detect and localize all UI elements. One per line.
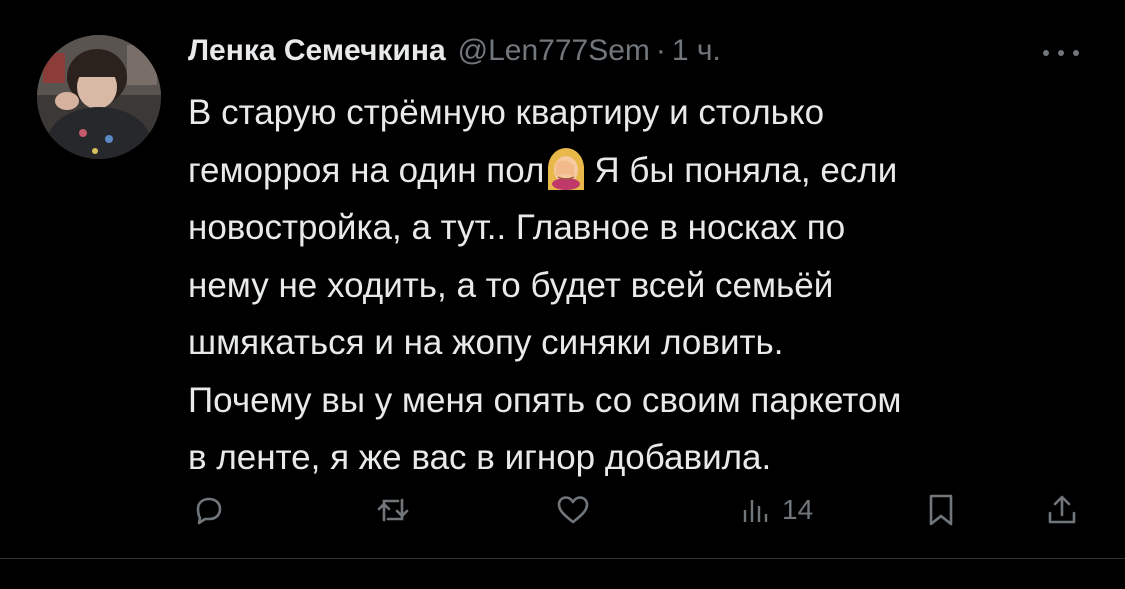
- share-icon: [1044, 491, 1080, 529]
- timestamp[interactable]: 1 ч.: [672, 34, 721, 68]
- more-options-icon[interactable]: [1038, 38, 1084, 68]
- tweet-header: Ленка Семечкина @Len777Sem · 1 ч.: [188, 34, 721, 74]
- author-handle[interactable]: @Len777Sem: [458, 34, 650, 68]
- views-button[interactable]: 14: [740, 488, 813, 532]
- tweet-text-segment: Я бы поняла, если: [594, 150, 898, 190]
- views-bar-chart-icon: [740, 492, 774, 528]
- tweet-text-line: шмякаться и на жопу синяки ловить.: [188, 323, 784, 362]
- divider: [0, 558, 1125, 559]
- heart-icon: [554, 492, 592, 528]
- author-name[interactable]: Ленка Семечкина: [188, 34, 446, 68]
- tweet-card[interactable]: Ленка Семечкина @Len777Sem · 1 ч. В стар…: [0, 0, 1125, 558]
- bookmark-icon: [924, 491, 958, 529]
- bookmark-button[interactable]: [924, 488, 958, 532]
- retweet-button[interactable]: [374, 488, 412, 532]
- reply-button[interactable]: [190, 488, 226, 532]
- reply-icon: [190, 492, 226, 528]
- like-button[interactable]: [554, 488, 592, 532]
- tweet-text-line: Почему вы у меня опять со своим паркетом: [188, 380, 902, 420]
- tweet-text-segment: геморроя на один пол: [188, 150, 545, 190]
- share-button[interactable]: [1044, 488, 1080, 532]
- tweet-text-line: в ленте, я же вас в игнор добавила.: [188, 438, 772, 477]
- retweet-icon: [374, 492, 412, 528]
- tweet-text-line: В старую стрёмную квартиру и столько: [188, 93, 825, 132]
- tweet-text-line: геморроя на один пол Я бы поняла, если: [188, 142, 1088, 200]
- face-palm-woman-emoji: [544, 146, 588, 190]
- tweet-text-line: новостройка, а тут.. Главное в носках по: [188, 208, 846, 247]
- separator-dot: ·: [655, 34, 666, 67]
- action-bar: 14: [0, 488, 1125, 532]
- tweet-text: В старую стрёмную квартиру и столько гем…: [188, 84, 1088, 487]
- avatar[interactable]: [37, 35, 161, 159]
- tweet-text-line: нему не ходить, а то будет всей семьёй: [188, 265, 834, 305]
- views-count: 14: [782, 494, 814, 525]
